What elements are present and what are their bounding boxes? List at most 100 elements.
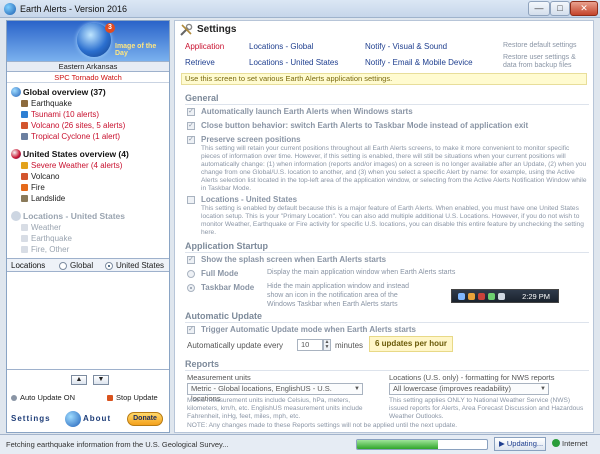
global-radio-label[interactable]: Global bbox=[70, 261, 93, 270]
settings-button[interactable]: Settings bbox=[11, 414, 51, 423]
title-bar: Earth Alerts - Version 2016 — □ ✕ bbox=[0, 0, 600, 18]
close-behavior-checkbox[interactable]: ✓ bbox=[187, 122, 195, 130]
global-overview-header[interactable]: Global overview (37) bbox=[11, 87, 106, 97]
about-button[interactable]: About bbox=[83, 414, 111, 423]
tray-clock: 2:29 PM bbox=[522, 292, 550, 301]
cyclone-icon bbox=[21, 133, 28, 140]
taskbar-mode-radio[interactable] bbox=[187, 284, 195, 292]
close-behavior-label[interactable]: Close button behavior: switch Earth Aler… bbox=[201, 121, 528, 130]
restore-backup-link-line1[interactable]: Restore user settings & bbox=[503, 54, 576, 61]
us-radio-label[interactable]: United States bbox=[116, 261, 164, 270]
update-minutes-stepper[interactable]: ▲ ▼ bbox=[323, 339, 331, 351]
tab-locations-global[interactable]: Locations - Global bbox=[249, 42, 313, 51]
volcano-icon bbox=[21, 173, 28, 180]
us-overview-header[interactable]: United States overview (4) bbox=[11, 149, 129, 159]
global-item-volcano[interactable]: Volcano (26 sites, 5 alerts) bbox=[21, 121, 125, 130]
taskbar-tray-preview: 2:29 PM bbox=[451, 289, 559, 303]
preserve-positions-checkbox[interactable]: ✓ bbox=[187, 136, 195, 144]
startup-divider bbox=[185, 252, 589, 253]
tab-locations-us[interactable]: Locations - United States bbox=[249, 58, 338, 67]
tab-retrieve[interactable]: Retrieve bbox=[185, 58, 215, 67]
minutes-label: minutes bbox=[335, 341, 364, 350]
units-header: Measurement units bbox=[187, 373, 251, 382]
bottom-tools: Settings About Donate bbox=[9, 409, 167, 431]
move-down-button[interactable]: ▼ bbox=[93, 375, 109, 385]
tab-application[interactable]: Application bbox=[185, 42, 224, 51]
landslide-icon bbox=[21, 195, 28, 202]
trigger-update-checkbox[interactable]: ✓ bbox=[187, 326, 195, 334]
us-flag-small-icon bbox=[11, 211, 21, 221]
locus-item-fire-other[interactable]: Fire, Other bbox=[21, 245, 69, 254]
locations-us-label: Locations - United States bbox=[23, 211, 126, 221]
close-button[interactable]: ✕ bbox=[570, 1, 598, 16]
image-of-day-banner[interactable]: 3 Image of the Day bbox=[7, 21, 169, 61]
tab-notify-email[interactable]: Notify - Email & Mobile Device bbox=[365, 58, 473, 67]
full-mode-desc: Display the main application window when… bbox=[267, 269, 456, 276]
units-select[interactable]: Metric - Global locations, EnglishUS - U… bbox=[187, 383, 363, 403]
full-mode-radio[interactable] bbox=[187, 270, 195, 278]
maximize-button[interactable]: □ bbox=[550, 1, 570, 16]
restore-default-link[interactable]: Restore default settings bbox=[503, 42, 577, 49]
updating-button[interactable]: ▶ Updating... bbox=[494, 437, 546, 451]
trigger-update-label[interactable]: Trigger Automatic Update mode when Earth… bbox=[201, 325, 416, 334]
locations-us-checkbox[interactable] bbox=[187, 196, 195, 204]
global-radio[interactable] bbox=[59, 262, 67, 270]
locus-item-weather[interactable]: Weather bbox=[21, 223, 61, 232]
restore-backup-link-line2[interactable]: data from backup files bbox=[503, 62, 571, 69]
general-divider bbox=[185, 104, 589, 105]
weather-icon bbox=[21, 162, 28, 169]
us-radio[interactable] bbox=[105, 262, 113, 270]
global-item-earthquake[interactable]: Earthquake bbox=[21, 99, 72, 108]
donate-button[interactable]: Donate bbox=[127, 412, 163, 426]
tray-volume-icon bbox=[498, 293, 505, 300]
update-minutes-input[interactable]: 10 bbox=[297, 339, 323, 351]
nws-format-select[interactable]: All lowercase (improves readability) ▼ bbox=[389, 383, 549, 395]
status-text: Fetching earthquake information from the… bbox=[6, 440, 229, 449]
region-selector[interactable]: Eastern Arkansas bbox=[7, 61, 169, 72]
tools-icon bbox=[180, 23, 193, 36]
us-item-fire[interactable]: Fire bbox=[21, 183, 45, 192]
alert-count-badge: 3 bbox=[105, 23, 115, 33]
auto-launch-checkbox[interactable]: ✓ bbox=[187, 108, 195, 116]
auto-launch-label[interactable]: Automatically launch Earth Alerts when W… bbox=[201, 107, 413, 116]
global-item-tsunami[interactable]: Tsunami (10 alerts) bbox=[21, 110, 99, 119]
taskbar-desc-line3: Windows Taskbar when Earth Alerts starts bbox=[267, 301, 398, 308]
image-of-day-label[interactable]: Image of the Day bbox=[115, 43, 169, 57]
taskbar-mode-label[interactable]: Taskbar Mode bbox=[201, 283, 254, 292]
locations-us-header[interactable]: Locations - United States bbox=[11, 211, 125, 221]
locations-us-setting-label[interactable]: Locations - United States bbox=[201, 195, 297, 204]
page-title: Settings bbox=[197, 24, 237, 35]
splash-checkbox[interactable]: ✓ bbox=[187, 256, 195, 264]
us-item-severe-weather[interactable]: Severe Weather (4 alerts) bbox=[21, 161, 122, 170]
chevron-down-icon: ▼ bbox=[354, 386, 360, 392]
us-overview-label: United States overview (4) bbox=[23, 149, 129, 159]
minimize-button[interactable]: — bbox=[528, 1, 550, 16]
settings-panel: Settings Application Retrieve Locations … bbox=[174, 20, 594, 433]
global-item-cyclone[interactable]: Tropical Cyclone (1 alert) bbox=[21, 132, 120, 141]
splash-label[interactable]: Show the splash screen when Earth Alerts… bbox=[201, 255, 386, 264]
locations-list[interactable] bbox=[7, 272, 169, 370]
tab-notify-visual[interactable]: Notify - Visual & Sound bbox=[365, 42, 447, 51]
preserve-positions-label[interactable]: Preserve screen positions bbox=[201, 135, 301, 144]
us-item-volcano[interactable]: Volcano bbox=[21, 172, 59, 181]
stop-icon bbox=[107, 395, 113, 401]
general-group-title: General bbox=[185, 93, 219, 103]
spc-watch-link[interactable]: SPC Tornado Watch bbox=[7, 72, 169, 83]
auto-update-row: Auto Update ON Stop Update bbox=[11, 393, 167, 403]
left-panel: 3 Image of the Day Eastern Arkansas SPC … bbox=[6, 20, 170, 433]
autoupdate-group-title: Automatic Update bbox=[185, 311, 263, 321]
global-overview-label: Global overview (37) bbox=[23, 87, 106, 97]
nws-desc: This setting applies ONLY to National We… bbox=[389, 397, 584, 420]
updates-per-hour-badge: 6 updates per hour bbox=[369, 336, 453, 352]
move-up-button[interactable]: ▲ bbox=[71, 375, 87, 385]
info-icon[interactable] bbox=[65, 411, 81, 427]
tray-app-icon bbox=[458, 293, 465, 300]
taskbar-desc-line1: Hide the main application window and ins… bbox=[267, 283, 410, 290]
weather-icon bbox=[21, 224, 28, 231]
earthquake-icon bbox=[21, 235, 28, 242]
full-mode-label[interactable]: Full Mode bbox=[201, 269, 238, 278]
us-item-landslide[interactable]: Landslide bbox=[21, 194, 65, 203]
settings-header: Settings bbox=[175, 21, 593, 39]
stop-update-button[interactable]: Stop Update bbox=[107, 393, 158, 402]
locus-item-earthquake[interactable]: Earthquake bbox=[21, 234, 72, 243]
